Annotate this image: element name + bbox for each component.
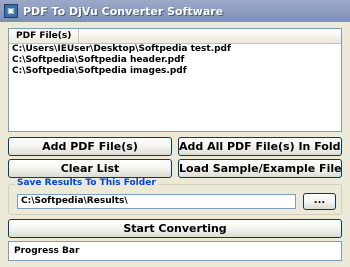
load-samples-button[interactable]: Load Sample/Example Files: [178, 159, 342, 178]
start-converting-button[interactable]: Start Converting: [8, 219, 342, 238]
browse-button[interactable]: ...: [303, 193, 336, 210]
window-title: PDF To DjVu Converter Software: [23, 4, 224, 18]
progress-bar: Progress Bar: [8, 241, 342, 261]
save-folder-group: Save Results To This Folder C:\Softpedia…: [8, 178, 342, 215]
save-folder-label: Save Results To This Folder: [15, 178, 158, 188]
list-item[interactable]: C:\Softpedia\Softpedia header.pdf: [9, 55, 341, 66]
list-item[interactable]: C:\Softpedia\Softpedia images.pdf: [9, 66, 341, 77]
column-header-pdf-files[interactable]: PDF File(s): [9, 29, 80, 43]
file-list[interactable]: PDF File(s) C:\Users\IEUser\Desktop\Soft…: [8, 28, 342, 132]
app-icon: ▣: [4, 4, 18, 18]
list-item[interactable]: C:\Users\IEUser\Desktop\Softpedia test.p…: [9, 44, 341, 55]
add-pdf-files-button[interactable]: Add PDF File(s): [8, 137, 172, 156]
add-folder-button[interactable]: Add All PDF File(s) In Folder: [178, 137, 342, 156]
save-folder-input[interactable]: C:\Softpedia\Results\: [17, 194, 296, 209]
list-header: PDF File(s): [9, 29, 341, 44]
title-bar: ▣ PDF To DjVu Converter Software: [0, 0, 350, 22]
clear-list-button[interactable]: Clear List: [8, 159, 172, 178]
